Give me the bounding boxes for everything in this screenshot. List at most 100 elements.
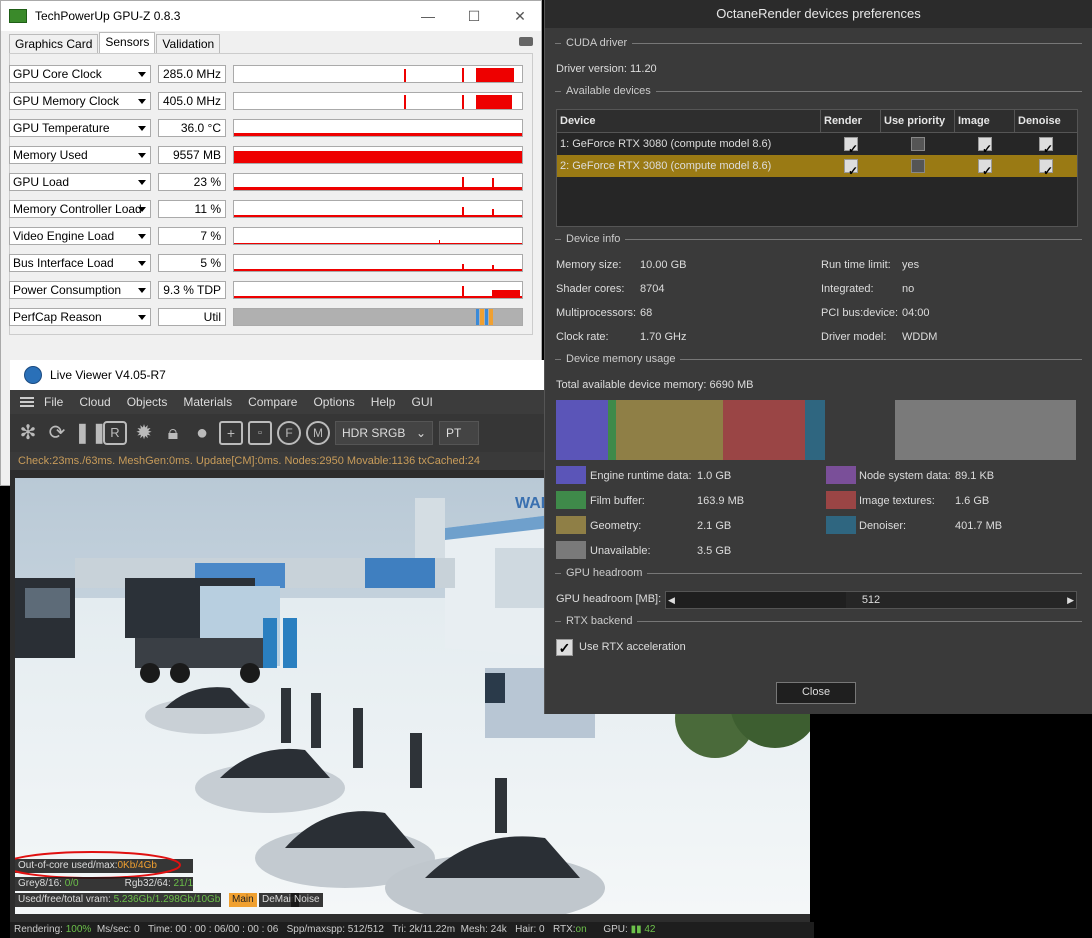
driver-version-row: Driver version: 11.20 xyxy=(556,63,657,75)
sensor-graph xyxy=(233,65,523,83)
menu-gui[interactable]: GUI xyxy=(411,395,432,409)
menu-cloud[interactable]: Cloud xyxy=(79,395,110,409)
render-checkbox[interactable]: ✓ xyxy=(844,159,858,178)
rendering-value: 100% xyxy=(65,924,92,935)
menu-help[interactable]: Help xyxy=(371,395,396,409)
chevron-down-icon xyxy=(138,153,146,158)
sensor-name: GPU Core Clock xyxy=(13,67,102,81)
sensor-row: Video Engine Load 7 % xyxy=(9,226,523,246)
legend-swatch xyxy=(556,491,586,509)
maximize-icon[interactable]: ☐ xyxy=(459,7,489,25)
sensor-select[interactable]: Memory Used xyxy=(9,146,151,164)
render-checkbox[interactable]: ✓ xyxy=(844,137,858,156)
sensor-value: 405.0 MHz xyxy=(158,92,226,110)
mssec-label: Ms/sec: xyxy=(96,924,132,935)
gpu-headroom-slider[interactable]: ◀ 512 ▶ xyxy=(665,591,1077,609)
sphere-material-icon[interactable]: ● xyxy=(190,421,214,445)
denoise-checkbox[interactable]: ✓ xyxy=(1039,159,1053,178)
sensor-value: 9557 MB xyxy=(158,146,226,164)
priority-checkbox[interactable] xyxy=(911,137,925,151)
sensor-select[interactable]: Power Consumption xyxy=(9,281,151,299)
mem-segment-textures xyxy=(723,400,805,460)
chevron-down-icon xyxy=(138,261,146,266)
chevron-down-icon xyxy=(138,234,146,239)
render-cell: ✓ xyxy=(821,155,881,178)
add-region-icon[interactable]: + xyxy=(219,421,243,445)
col-render[interactable]: Render xyxy=(821,110,881,132)
info-label: Clock rate: xyxy=(556,331,609,343)
pause-icon[interactable]: ❚❚ xyxy=(74,421,108,445)
sensor-name: Memory Used xyxy=(13,148,88,162)
lock-icon[interactable]: 🔒︎ xyxy=(161,421,185,445)
gpu-headroom-value: 512 xyxy=(861,594,881,606)
material-picker-icon[interactable]: M xyxy=(306,421,330,445)
close-icon[interactable]: ✕ xyxy=(505,7,535,25)
info-label: Run time limit: xyxy=(821,259,891,271)
sensor-select[interactable]: Bus Interface Load xyxy=(9,254,151,272)
rtx-label: RTX: xyxy=(552,924,576,935)
grey-value: 0/0 xyxy=(64,878,79,889)
film-region-icon[interactable]: ▫ xyxy=(248,421,272,445)
sensor-select[interactable]: GPU Temperature xyxy=(9,119,151,137)
device-row[interactable]: 1: GeForce RTX 3080 (compute model 8.6) … xyxy=(557,133,1077,156)
image-checkbox[interactable]: ✓ xyxy=(978,137,992,156)
sensor-name: GPU Load xyxy=(13,175,70,189)
render-aperture-icon[interactable]: ✻ xyxy=(16,421,40,445)
legend-label: Film buffer: xyxy=(590,495,645,507)
legend-value: 1.0 GB xyxy=(697,470,732,482)
col-use-priority[interactable]: Use priority xyxy=(881,110,955,132)
rtx-acceleration-label: Use RTX acceleration xyxy=(579,641,686,653)
mesh-value: 24k xyxy=(490,924,507,935)
close-button[interactable]: Close xyxy=(776,682,856,704)
minimize-icon[interactable]: — xyxy=(413,7,443,25)
kernel-select[interactable]: PT xyxy=(439,421,479,445)
menu-objects[interactable]: Objects xyxy=(127,395,168,409)
legend-value: 401.7 MB xyxy=(955,520,1003,532)
hamburger-menu-icon[interactable] xyxy=(20,397,34,407)
menu-compare[interactable]: Compare xyxy=(248,395,297,409)
sensor-row: PerfCap Reason Util xyxy=(9,307,523,327)
sensor-select[interactable]: GPU Core Clock xyxy=(9,65,151,83)
menu-file[interactable]: File xyxy=(44,395,63,409)
camera-icon[interactable] xyxy=(519,37,533,46)
tri-value: 2k/11.22m xyxy=(409,924,456,935)
restart-render-icon[interactable]: ⟳ xyxy=(45,421,69,445)
sensor-select[interactable]: GPU Memory Clock xyxy=(9,92,151,110)
chevron-down-icon xyxy=(138,99,146,104)
tab-noise[interactable]: Noise xyxy=(291,893,323,907)
chevron-down-icon xyxy=(138,207,146,212)
col-device[interactable]: Device xyxy=(557,110,821,132)
octane-devices-dialog: OctaneRender devices preferences CUDA dr… xyxy=(544,0,1092,714)
image-checkbox[interactable]: ✓ xyxy=(978,159,992,178)
focus-picker-icon[interactable]: F xyxy=(277,421,301,445)
sensor-select[interactable]: PerfCap Reason xyxy=(9,308,151,326)
tab-sensors[interactable]: Sensors xyxy=(99,32,156,54)
legend-label: Geometry: xyxy=(590,520,642,532)
sensor-graph xyxy=(233,227,523,245)
denoise-checkbox[interactable]: ✓ xyxy=(1039,137,1053,156)
sensor-select[interactable]: Memory Controller Load xyxy=(9,200,151,218)
menu-materials[interactable]: Materials xyxy=(183,395,232,409)
arrow-right-icon[interactable]: ▶ xyxy=(1067,592,1074,608)
legend-swatch xyxy=(556,466,586,484)
col-denoise[interactable]: Denoise xyxy=(1015,110,1077,132)
colorspace-select[interactable]: HDR SRGB ⌄ xyxy=(335,421,433,445)
settings-gear-icon[interactable]: ✹ xyxy=(132,421,156,445)
region-render-icon[interactable]: R xyxy=(103,421,127,445)
sensor-select[interactable]: Video Engine Load xyxy=(9,227,151,245)
spp-label: Spp/maxspp: xyxy=(286,924,345,935)
col-image[interactable]: Image xyxy=(955,110,1015,132)
sensor-value: 5 % xyxy=(158,254,226,272)
priority-checkbox[interactable] xyxy=(911,159,925,173)
tab-main[interactable]: Main xyxy=(229,893,257,907)
octane-dialog-title: OctaneRender devices preferences xyxy=(545,0,1092,28)
memory-usage-bar xyxy=(556,400,1076,460)
info-label: Shader cores: xyxy=(556,283,625,295)
texture-count-overlay: Grey8/16: 0/0 Rgb32/64: 21/1 xyxy=(15,877,193,891)
device-row-selected[interactable]: 2: GeForce RTX 3080 (compute model 8.6) … xyxy=(557,155,1077,178)
menu-options[interactable]: Options xyxy=(313,395,354,409)
sensor-select[interactable]: GPU Load xyxy=(9,173,151,191)
section-gpu-headroom: GPU headroom xyxy=(555,567,1082,579)
total-memory-row: Total available device memory: 6690 MB xyxy=(556,379,754,391)
rtx-acceleration-checkbox[interactable]: ✓ xyxy=(556,639,573,656)
